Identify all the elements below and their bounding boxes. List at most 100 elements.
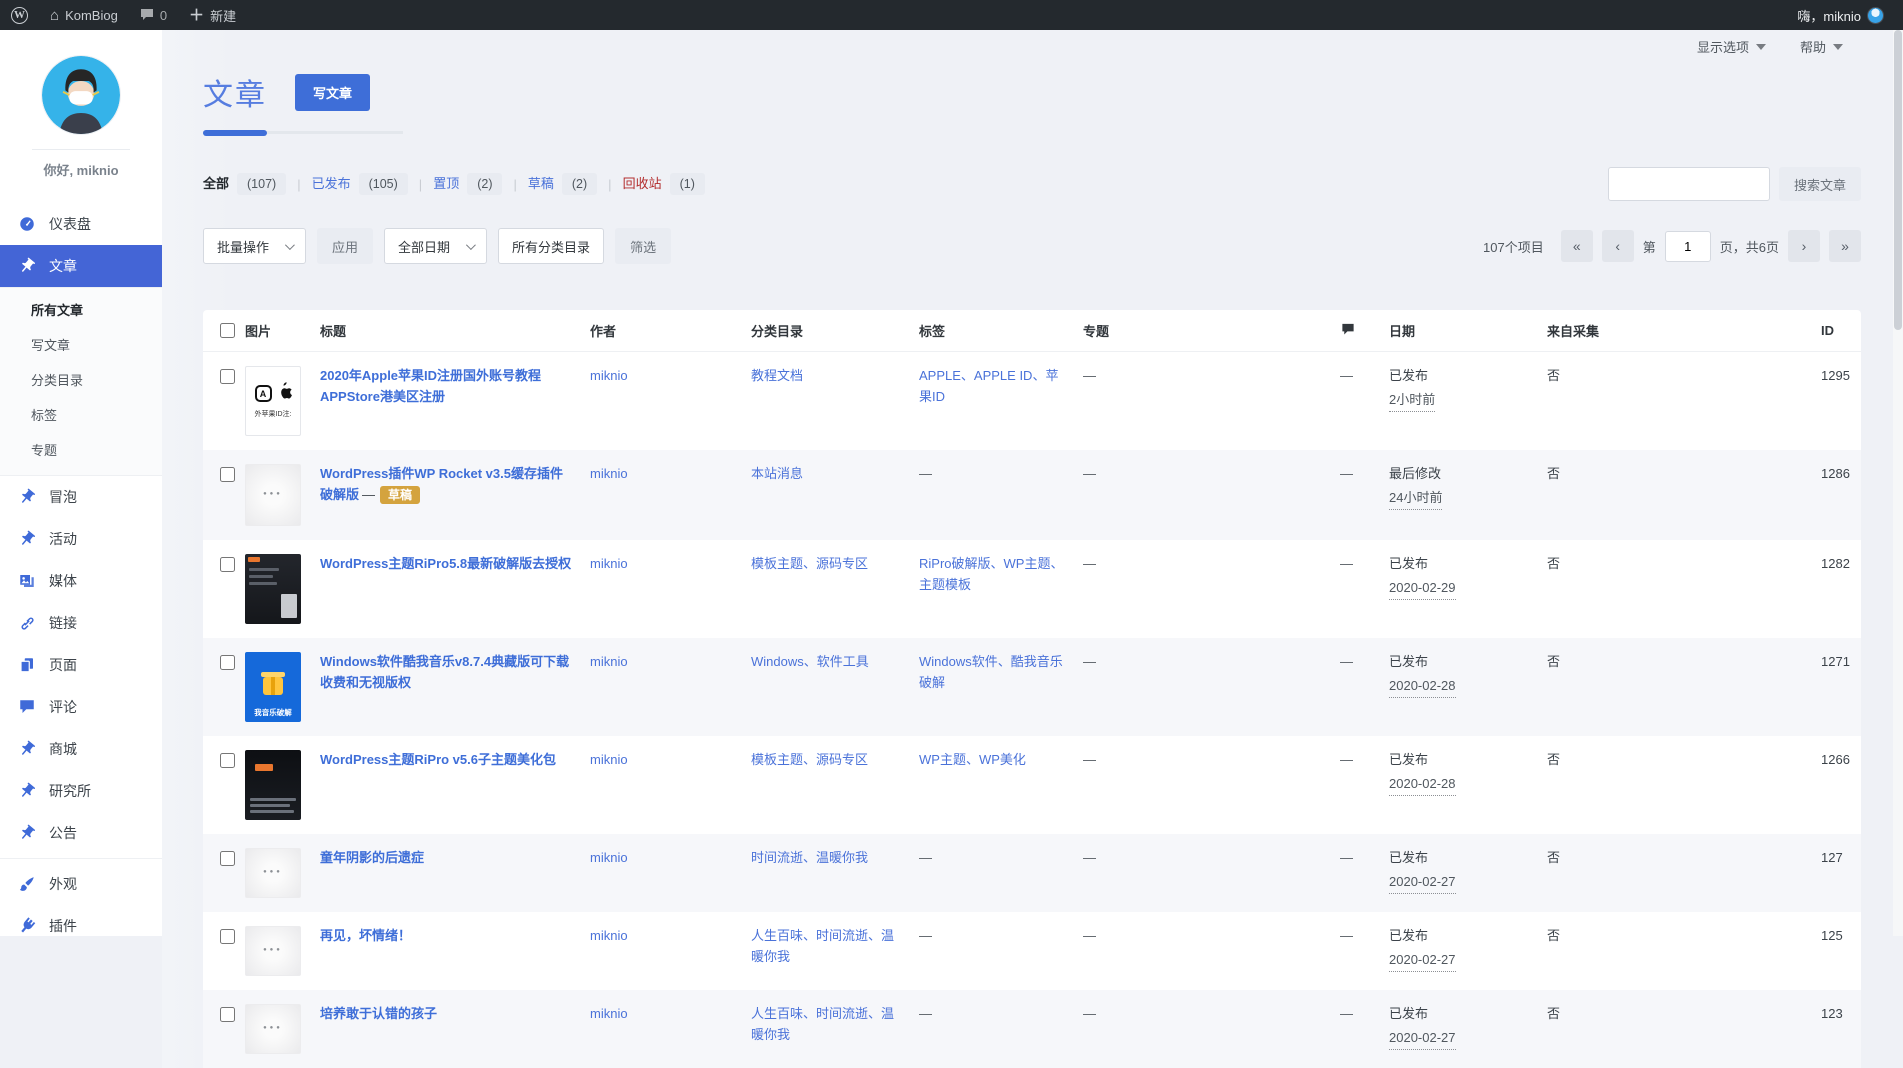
author-link[interactable]: miknio — [590, 466, 628, 481]
post-title-link[interactable]: 培养敢于认错的孩子 — [320, 1006, 437, 1021]
wordpress-logo-menu[interactable]: W — [0, 0, 39, 30]
post-title-link[interactable]: WordPress插件WP Rocket v3.5缓存插件破解版 — [320, 466, 563, 502]
sidebar-subitem-new-post[interactable]: 写文章 — [0, 327, 162, 362]
row-checkbox[interactable] — [220, 557, 235, 572]
apply-button[interactable]: 应用 — [317, 228, 373, 264]
sidebar-item-comments[interactable]: 评论 — [0, 686, 162, 728]
author-link[interactable]: miknio — [590, 850, 628, 865]
page-scrollbar[interactable] — [1893, 30, 1903, 936]
tag-links[interactable]: Windows软件、酷我音乐破解 — [919, 654, 1063, 690]
category-links[interactable]: 教程文档 — [751, 368, 803, 383]
category-links[interactable]: 人生百味、时间流逝、温暖你我 — [751, 1006, 894, 1042]
prev-page-button[interactable]: ‹ — [1602, 230, 1634, 262]
sidebar-item-appearance[interactable]: 外观 — [0, 863, 162, 905]
row-checkbox[interactable] — [220, 369, 235, 384]
date-link[interactable]: 2020-02-27 — [1389, 872, 1456, 894]
filter-draft-link[interactable]: 草稿 — [528, 176, 554, 191]
comments-admin-link[interactable]: 0 — [129, 0, 178, 30]
tag-links[interactable]: WP主题、WP美化 — [919, 752, 1026, 767]
row-checkbox[interactable] — [220, 467, 235, 482]
new-content-link[interactable]: ＋ 新建 — [178, 0, 247, 30]
search-input[interactable] — [1608, 167, 1770, 201]
post-thumbnail-placeholder[interactable]: ●●● — [245, 926, 301, 976]
filter-published-link[interactable]: 已发布 — [312, 176, 351, 191]
row-checkbox[interactable] — [220, 929, 235, 944]
date-link[interactable]: 2020-02-27 — [1389, 950, 1456, 972]
sidebar-subitem-tags[interactable]: 标签 — [0, 397, 162, 432]
post-thumbnail-placeholder[interactable]: ●●● — [245, 464, 301, 526]
sidebar-item-links[interactable]: 链接 — [0, 602, 162, 644]
sidebar-item-announcements[interactable]: 公告 — [0, 812, 162, 854]
last-page-button[interactable]: » — [1829, 230, 1861, 262]
sidebar-item-shop[interactable]: 商城 — [0, 728, 162, 770]
filter-sticky-count[interactable]: (2) — [467, 173, 502, 195]
next-page-button[interactable]: › — [1788, 230, 1820, 262]
scrollbar-thumb[interactable] — [1894, 30, 1902, 330]
display-options-toggle[interactable]: 显示选项 — [1697, 37, 1766, 56]
sidebar-item-lab[interactable]: 研究所 — [0, 770, 162, 812]
category-links[interactable]: 本站消息 — [751, 466, 803, 481]
sidebar-item-plugins[interactable]: 插件 — [0, 905, 162, 936]
post-thumbnail[interactable]: A 外苹果ID注: — [245, 366, 301, 436]
filter-draft-count[interactable]: (2) — [562, 173, 597, 195]
filter-all-count[interactable]: (107) — [237, 173, 286, 195]
site-name-link[interactable]: ⌂ KomBiog — [39, 0, 129, 30]
date-filter-select[interactable]: 全部日期 — [384, 228, 487, 264]
row-checkbox[interactable] — [220, 1007, 235, 1022]
category-links[interactable]: 模板主题、源码专区 — [751, 752, 868, 767]
post-title-link[interactable]: 2020年Apple苹果ID注册国外账号教程APPStore港美区注册 — [320, 368, 541, 404]
row-checkbox[interactable] — [220, 851, 235, 866]
filter-button[interactable]: 筛选 — [615, 228, 671, 264]
category-links[interactable]: 模板主题、源码专区 — [751, 556, 868, 571]
post-title-link[interactable]: Windows软件酷我音乐v8.7.4典藏版可下载收费和无视版权 — [320, 654, 569, 690]
post-thumbnail-placeholder[interactable]: ●●● — [245, 848, 301, 898]
sidebar-item-dashboard[interactable]: 仪表盘 — [0, 203, 162, 245]
date-link[interactable]: 2020-02-28 — [1389, 774, 1456, 796]
help-toggle[interactable]: 帮助 — [1800, 37, 1843, 56]
date-link[interactable]: 2020-02-28 — [1389, 676, 1456, 698]
post-thumbnail[interactable] — [245, 554, 301, 624]
tag-links[interactable]: RiPro破解版、WP主题、主题模板 — [919, 556, 1063, 592]
category-filter-select[interactable]: 所有分类目录 — [498, 228, 604, 264]
search-posts-button[interactable]: 搜索文章 — [1779, 167, 1861, 201]
current-page-input[interactable] — [1665, 231, 1711, 262]
row-checkbox[interactable] — [220, 753, 235, 768]
filter-trash-link[interactable]: 回收站 — [623, 176, 662, 191]
date-link[interactable]: 2020-02-29 — [1389, 578, 1456, 600]
sidebar-subitem-categories[interactable]: 分类目录 — [0, 362, 162, 397]
bulk-action-select[interactable]: 批量操作 — [203, 228, 306, 264]
category-links[interactable]: 时间流逝、温暖你我 — [751, 850, 868, 865]
sidebar-item-pages[interactable]: 页面 — [0, 644, 162, 686]
row-checkbox[interactable] — [220, 655, 235, 670]
first-page-button[interactable]: « — [1561, 230, 1593, 262]
filter-sticky-link[interactable]: 置顶 — [433, 176, 459, 191]
sidebar-subitem-topics[interactable]: 专题 — [0, 432, 162, 467]
add-new-post-button[interactable]: 写文章 — [295, 74, 370, 111]
filter-published-count[interactable]: (105) — [359, 173, 408, 195]
post-thumbnail-placeholder[interactable]: ●●● — [245, 1004, 301, 1054]
sidebar-subitem-all-posts[interactable]: 所有文章 — [0, 292, 162, 327]
sidebar-item-activity[interactable]: 活动 — [0, 518, 162, 560]
filter-trash-count[interactable]: (1) — [670, 173, 705, 195]
sidebar-item-maopao[interactable]: 冒泡 — [0, 476, 162, 518]
my-account-link[interactable]: 嗨，miknio — [1786, 0, 1895, 30]
sidebar-item-media[interactable]: 媒体 — [0, 560, 162, 602]
date-link[interactable]: 24小时前 — [1389, 488, 1442, 510]
author-link[interactable]: miknio — [590, 368, 628, 383]
category-links[interactable]: Windows、软件工具 — [751, 654, 869, 669]
author-link[interactable]: miknio — [590, 556, 628, 571]
author-link[interactable]: miknio — [590, 654, 628, 669]
filter-all-link[interactable]: 全部 — [203, 176, 229, 191]
date-link[interactable]: 2020-02-27 — [1389, 1028, 1456, 1050]
author-link[interactable]: miknio — [590, 1006, 628, 1021]
sidebar-item-posts[interactable]: 文章 — [0, 245, 162, 287]
tag-links[interactable]: APPLE、APPLE ID、苹果ID — [919, 368, 1058, 404]
post-thumbnail[interactable] — [245, 750, 301, 820]
date-link[interactable]: 2小时前 — [1389, 390, 1435, 412]
post-title-link[interactable]: WordPress主题RiPro5.8最新破解版去授权 — [320, 556, 571, 571]
author-link[interactable]: miknio — [590, 752, 628, 767]
post-title-link[interactable]: WordPress主题RiPro v5.6子主题美化包 — [320, 752, 556, 767]
category-links[interactable]: 人生百味、时间流逝、温暖你我 — [751, 928, 894, 964]
post-thumbnail[interactable]: 我音乐破解 — [245, 652, 301, 722]
post-title-link[interactable]: 童年阴影的后遗症 — [320, 850, 424, 865]
